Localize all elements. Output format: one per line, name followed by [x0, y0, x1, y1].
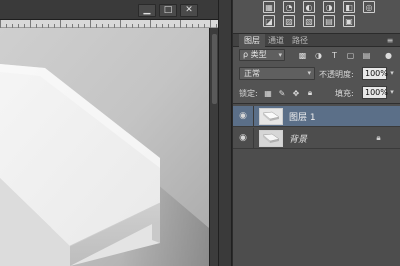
shape-filter-icon[interactable]: ▢ — [345, 50, 356, 60]
layer-name[interactable]: 背景 — [289, 132, 307, 145]
ruler-tick — [120, 20, 121, 28]
ruler-tick — [180, 20, 181, 28]
posterize-icon[interactable]: ▨ — [283, 15, 295, 27]
tab-paths[interactable]: 路径 — [287, 34, 313, 47]
fill-label: 填充: — [335, 89, 354, 98]
pixel-filter-icon[interactable]: ▩ — [297, 50, 308, 60]
panel-dock-edge — [218, 0, 232, 266]
document-canvas[interactable] — [0, 28, 209, 266]
layer-name[interactable]: 图层 1 — [289, 110, 316, 123]
exposure-icon[interactable]: ◐ — [303, 1, 315, 13]
lock-position-icon[interactable]: ✥ — [291, 88, 301, 98]
adjustments-row: ▦ ◔ ◐ ◑ ◧ ◎ ◪ ▨ ▧ ▤ ▣ — [233, 0, 400, 30]
ruler-tick — [150, 20, 151, 28]
ruler-tick — [0, 20, 1, 28]
panel-tabs: 图层 通道 路径 ≡ — [233, 33, 400, 47]
channel-mixer-icon[interactable]: ◎ — [363, 1, 375, 13]
gradient-map-icon[interactable]: ▤ — [323, 15, 335, 27]
ruler-tick — [90, 20, 91, 28]
threshold-icon[interactable]: ▧ — [303, 15, 315, 27]
layer-list: ◉ 图层 1 ◉ 背景 🔒︎ — [233, 103, 400, 266]
invert-icon[interactable]: ◪ — [263, 15, 275, 27]
document-titlebar: ▁ □ ✕ — [0, 0, 218, 20]
blend-mode-value: 正常 — [244, 69, 260, 78]
divider — [253, 128, 254, 149]
horizontal-ruler[interactable] — [0, 20, 218, 28]
ruler-tick — [60, 20, 61, 28]
opacity-input[interactable]: 100% — [362, 67, 388, 80]
layer-thumbnail — [259, 130, 283, 147]
document-window: ▁ □ ✕ — [0, 0, 218, 266]
fill-dropdown-icon[interactable]: ▾ — [387, 86, 397, 99]
lock-icon: 🔒︎ — [376, 133, 381, 142]
blend-row: 正常 ▾ 不透明度: 100% ▾ — [239, 67, 397, 81]
layer-thumbnail — [259, 108, 283, 125]
vertical-scrollbar[interactable] — [209, 28, 218, 266]
visibility-eye-icon[interactable]: ◉ — [237, 133, 249, 143]
layer-row-1[interactable]: ◉ 图层 1 — [233, 106, 400, 127]
lock-transparent-icon[interactable]: ▦ — [263, 88, 273, 98]
blend-mode-select[interactable]: 正常 ▾ — [239, 67, 315, 80]
layer-row-background[interactable]: ◉ 背景 🔒︎ — [233, 128, 400, 149]
hue-icon[interactable]: ◑ — [323, 1, 335, 13]
type-filter-icon[interactable]: T — [329, 50, 340, 60]
filter-toggle-icon[interactable]: ● — [383, 50, 394, 60]
tab-layers[interactable]: 图层 — [239, 34, 265, 47]
divider — [253, 106, 254, 127]
minimize-button[interactable]: ▁ — [138, 4, 156, 17]
lock-label: 锁定: — [239, 89, 258, 98]
smart-object-filter-icon[interactable]: ▤ — [361, 50, 372, 60]
filter-kind-label: ρ 类型 — [243, 50, 267, 59]
filter-kind-select[interactable]: ρ 类型 ▾ — [239, 49, 285, 61]
canvas-image — [0, 28, 209, 266]
maximize-button[interactable]: □ — [159, 4, 177, 17]
lock-image-icon[interactable]: ✎ — [277, 88, 287, 98]
black-white-icon[interactable]: ◧ — [343, 1, 355, 13]
ruler-tick — [30, 20, 31, 28]
lock-row: 锁定: ▦ ✎ ✥ 🔒︎ 填充: 100% ▾ — [239, 86, 397, 100]
ruler-tick — [210, 20, 211, 28]
layers-panel: ▦ ◔ ◐ ◑ ◧ ◎ ◪ ▨ ▧ ▤ ▣ 图层 通道 路径 ≡ ρ 类型 ▾ … — [232, 0, 400, 266]
opacity-dropdown-icon[interactable]: ▾ — [387, 67, 397, 80]
selective-color-icon[interactable]: ▣ — [343, 15, 355, 27]
adjustment-filter-icon[interactable]: ◑ — [313, 50, 324, 60]
tab-channels[interactable]: 通道 — [263, 34, 289, 47]
curves-icon[interactable]: ◔ — [283, 1, 295, 13]
chevron-down-icon: ▾ — [278, 51, 282, 59]
fill-input[interactable]: 100% — [362, 86, 388, 99]
lock-all-icon[interactable]: 🔒︎ — [305, 88, 315, 98]
visibility-eye-icon[interactable]: ◉ — [237, 111, 249, 121]
panel-menu-icon[interactable]: ≡ — [385, 36, 395, 45]
close-button[interactable]: ✕ — [180, 4, 198, 17]
scrollbar-thumb[interactable] — [212, 34, 217, 104]
opacity-label: 不透明度: — [319, 70, 354, 79]
levels-icon[interactable]: ▦ — [263, 1, 275, 13]
layer-filter-row: ρ 类型 ▾ ▩ ◑ T ▢ ▤ ● — [239, 49, 397, 62]
chevron-down-icon: ▾ — [307, 69, 311, 77]
